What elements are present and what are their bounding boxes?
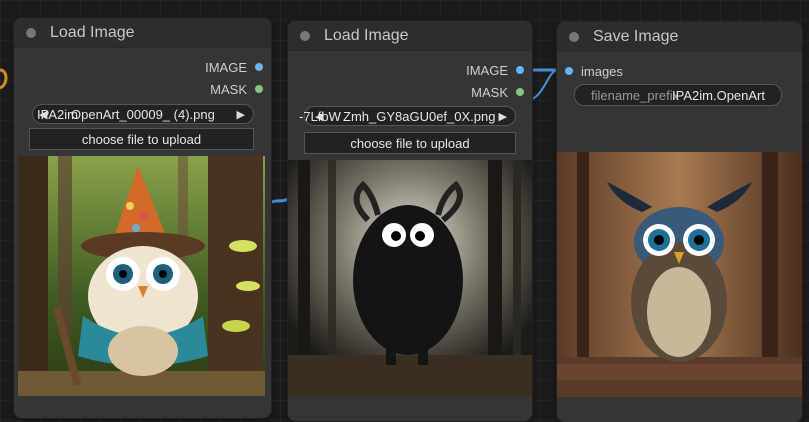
node-title-bar[interactable]: Save Image — [557, 22, 802, 52]
image-socket-icon[interactable] — [255, 63, 263, 71]
collapse-dot-icon[interactable] — [26, 27, 36, 38]
upload-button[interactable]: choose file to upload — [304, 132, 516, 154]
filename-prefix-field[interactable]: filename_prefix IPA2im.OpenArt — [574, 84, 782, 106]
load-image-node-1[interactable]: Load Image IMAGE MASK ◀ IPA2im OpenArt_0… — [14, 18, 271, 418]
output-label: MASK — [210, 81, 247, 97]
mask-socket-icon[interactable] — [255, 85, 263, 93]
output-label: IMAGE — [205, 59, 247, 75]
node-title: Load Image — [324, 26, 409, 44]
image-preview — [18, 156, 265, 396]
output-mask[interactable]: MASK — [210, 80, 263, 98]
owl-wizard-forest-icon — [18, 156, 265, 396]
image-combo[interactable]: ◀ -7LfbW Zmh_GY8aGU0ef_0X.png ▶ — [299, 106, 516, 126]
output-label: MASK — [471, 84, 508, 100]
collapse-dot-icon[interactable] — [300, 30, 310, 41]
image-socket-icon[interactable] — [565, 67, 573, 75]
output-image[interactable]: IMAGE — [205, 58, 263, 76]
image-socket-icon[interactable] — [516, 66, 524, 74]
node-title-bar[interactable]: Load Image — [14, 18, 271, 48]
output-image[interactable]: IMAGE — [466, 61, 524, 79]
output-mask[interactable]: MASK — [471, 83, 524, 101]
node-title: Save Image — [593, 27, 679, 45]
node-title: Load Image — [50, 23, 135, 41]
collapse-dot-icon[interactable] — [569, 31, 579, 42]
mask-socket-icon[interactable] — [516, 88, 524, 96]
black-furry-monster-icon — [288, 160, 532, 396]
field-label: filename_prefix — [591, 87, 680, 103]
save-image-node[interactable]: Save Image images filename_prefix IPA2im… — [557, 22, 802, 422]
image-preview — [288, 160, 532, 396]
combo-value: OpenArt_00009_ (4).png — [71, 106, 215, 122]
input-label: images — [581, 63, 623, 79]
load-image-node-2[interactable]: Load Image IMAGE MASK ◀ -7LfbW Zmh_GY8aG… — [288, 21, 532, 421]
arrow-right-icon[interactable]: ▶ — [237, 108, 245, 121]
image-preview — [557, 152, 802, 397]
horned-owl-icon — [557, 152, 802, 397]
field-value: IPA2im.OpenArt — [672, 87, 765, 103]
output-label: IMAGE — [466, 62, 508, 78]
upload-button[interactable]: choose file to upload — [29, 128, 254, 150]
combo-value: Zmh_GY8aGU0ef_0X.png — [343, 108, 496, 124]
node-title-bar[interactable]: Load Image — [288, 21, 532, 51]
input-images[interactable]: images — [565, 62, 623, 80]
combo-prefix: -7LfbW — [299, 108, 341, 124]
image-combo[interactable]: ◀ IPA2im OpenArt_00009_ (4).png ▶ — [32, 104, 254, 124]
arrow-right-icon[interactable]: ▶ — [499, 110, 507, 123]
